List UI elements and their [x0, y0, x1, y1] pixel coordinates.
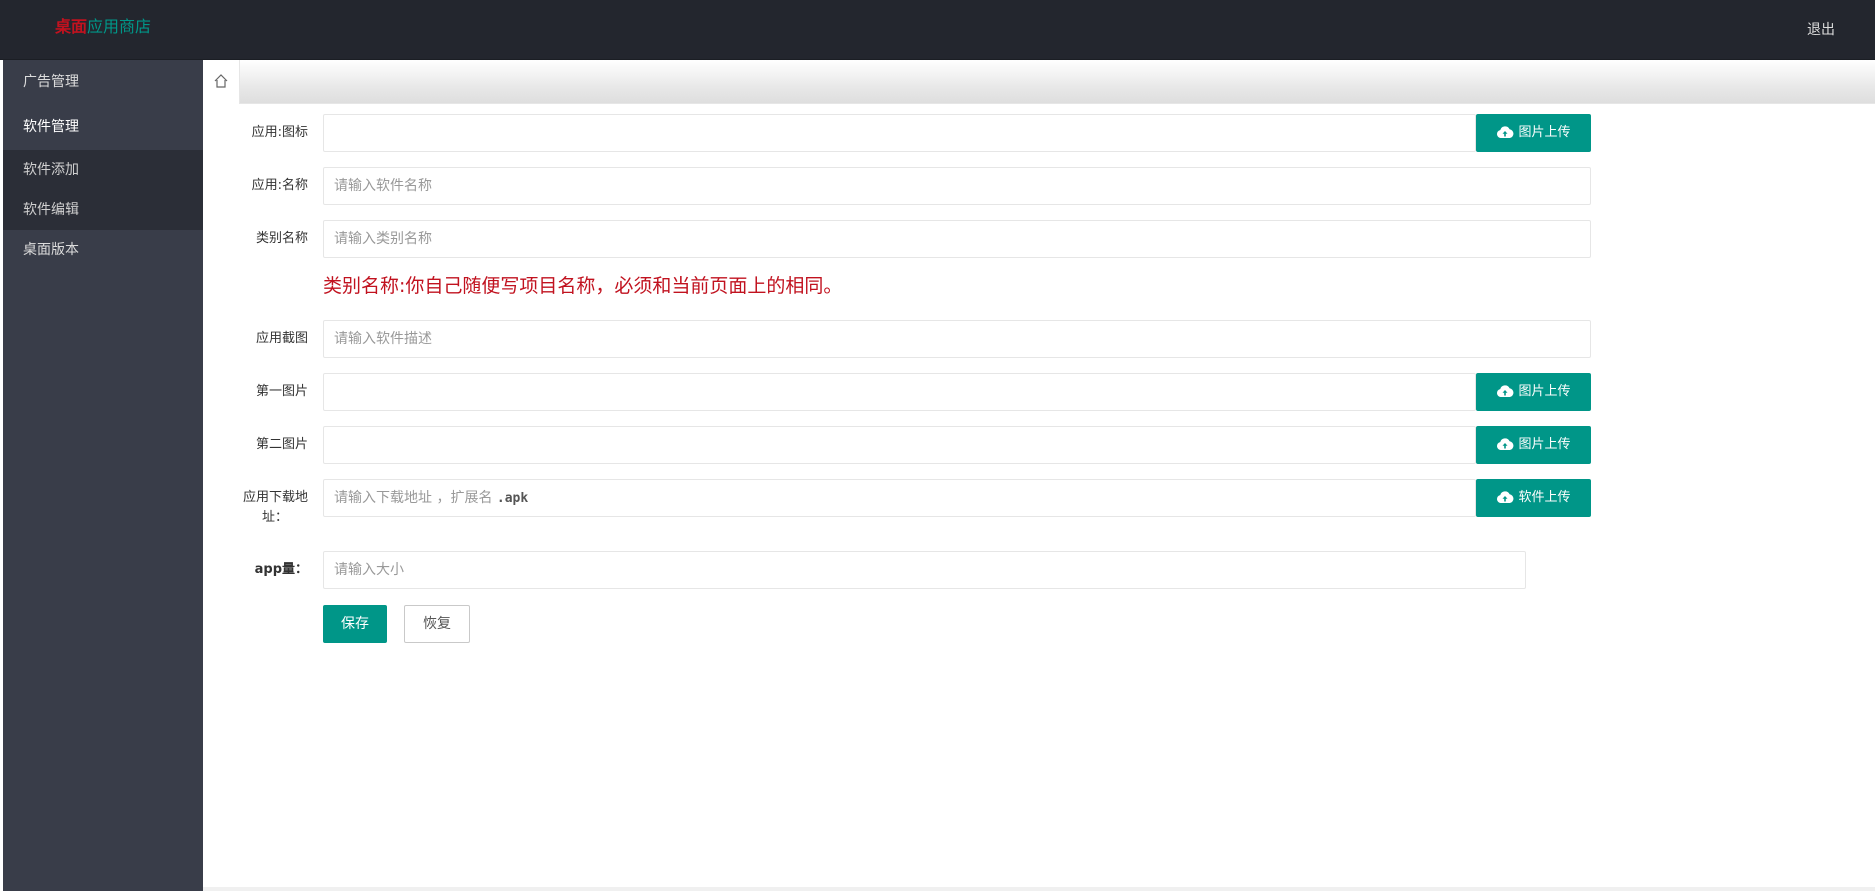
app-icon-input[interactable]	[323, 114, 1476, 152]
top-header: 桌面应用商店 退出	[0, 0, 1875, 60]
cloud-upload-icon	[1497, 437, 1514, 450]
app-icon-upload-button[interactable]: 图片上传	[1476, 114, 1591, 152]
software-upload-label: 软件上传	[1518, 490, 1571, 505]
brand-title-part1: 桌面	[55, 17, 88, 36]
app-name-input[interactable]: 请输入软件名称	[323, 167, 1591, 205]
app-name-label: 应用:名称	[251, 178, 308, 193]
download-placeholder-ext: .apk	[496, 491, 529, 506]
first-image-input[interactable]	[323, 373, 1476, 411]
download-label: 应用下载地 址：	[203, 488, 308, 528]
tab-bar	[203, 60, 1875, 104]
footer-divider	[203, 887, 1875, 891]
sidebar-item-software-edit[interactable]: 软件编辑	[3, 190, 203, 230]
first-image-upload-label: 图片上传	[1518, 384, 1571, 399]
sidebar-item-software-add[interactable]: 软件添加	[3, 150, 203, 190]
download-label-line1: 应用下载地	[242, 490, 308, 505]
sidebar-item-ad-management[interactable]: 广告管理	[3, 60, 203, 105]
save-button[interactable]: 保存	[323, 605, 387, 643]
screenshot-input[interactable]: 请输入软件描述	[323, 320, 1591, 358]
second-image-label: 第二图片	[255, 437, 308, 452]
cloud-upload-icon	[1497, 384, 1514, 397]
size-label: app量：	[254, 562, 308, 577]
software-upload-button[interactable]: 软件上传	[1476, 479, 1591, 517]
reset-button[interactable]: 恢复	[404, 605, 470, 643]
screenshot-label: 应用截图	[255, 331, 308, 346]
cloud-upload-icon	[1497, 490, 1514, 503]
sidebar-submenu: 软件添加 软件编辑	[3, 150, 203, 230]
download-url-input[interactable]: 请输入下载地址 ，扩展名 .apk	[323, 479, 1476, 517]
app-logo[interactable]: 桌面应用商店	[55, 17, 151, 37]
download-placeholder: 请输入下载地址 ，扩展名	[334, 490, 497, 506]
sidebar: 广告管理 软件管理 软件添加 软件编辑 桌面版本	[3, 60, 203, 891]
second-image-input[interactable]	[323, 426, 1476, 464]
second-image-upload-label: 图片上传	[1518, 437, 1571, 452]
tab-home[interactable]	[203, 60, 240, 104]
size-input[interactable]: 请输入大小	[323, 551, 1526, 589]
sidebar-item-software-management[interactable]: 软件管理	[3, 105, 203, 150]
app-icon-upload-label: 图片上传	[1518, 125, 1571, 140]
brand-title-part2: 应用商店	[87, 17, 152, 36]
category-hint: 类别名称:你自己随便写项目名称，必须和当前页面上的相同。	[323, 275, 843, 297]
download-label-line2: 址：	[261, 510, 288, 525]
first-image-label: 第一图片	[255, 384, 308, 399]
sidebar-item-desktop-version[interactable]: 桌面版本	[3, 230, 203, 270]
category-input[interactable]: 请输入类别名称	[323, 220, 1591, 258]
category-label: 类别名称	[255, 231, 308, 246]
cloud-upload-icon	[1497, 125, 1514, 138]
logout-button[interactable]: 退出	[1807, 19, 1835, 39]
home-icon	[214, 74, 228, 88]
app-icon-label: 应用:图标	[251, 125, 308, 140]
first-image-upload-button[interactable]: 图片上传	[1476, 373, 1591, 411]
second-image-upload-button[interactable]: 图片上传	[1476, 426, 1591, 464]
